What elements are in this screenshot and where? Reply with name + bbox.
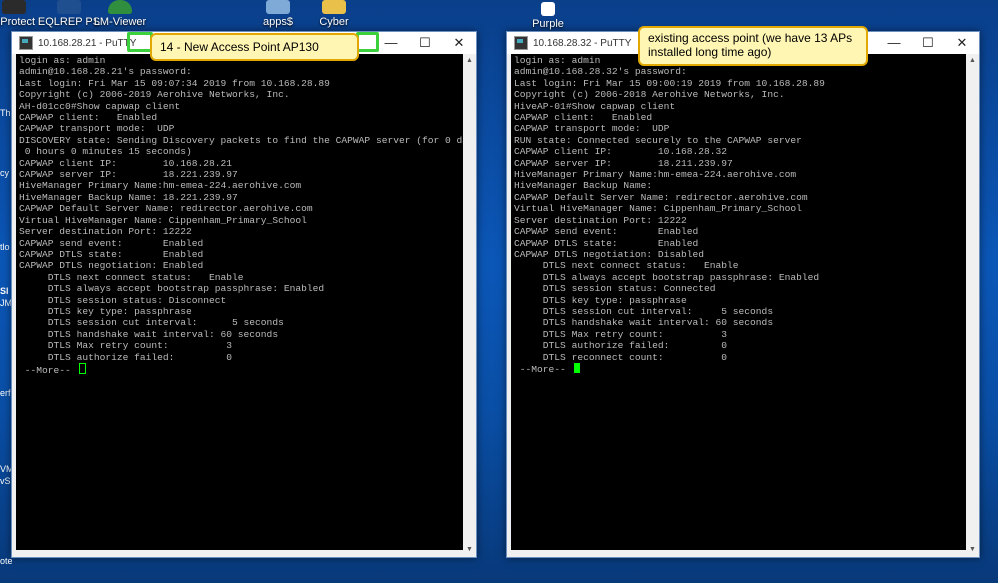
terminal-line: DTLS next connect status: Enable — [19, 271, 244, 283]
scroll-up-arrow-icon[interactable]: ▲ — [463, 54, 476, 67]
terminal-line: HiveAP-01#Show capwap client — [514, 100, 676, 112]
terminal-output[interactable]: login as: admin admin@10.168.28.21's pass… — [16, 54, 467, 550]
terminal-line: DTLS session cut interval: 5 seconds — [19, 317, 284, 329]
scroll-down-arrow-icon[interactable]: ▼ — [463, 543, 476, 556]
terminal-line: DTLS handshake wait interval: 60 seconds — [19, 328, 279, 340]
terminal-line: CAPWAP client: Enabled — [19, 112, 158, 124]
terminal-line: Server destination Port: 12222 — [19, 226, 192, 238]
terminal-line: CAPWAP server IP: 18.211.239.97 — [514, 157, 733, 169]
terminal-line: CAPWAP DTLS negotiation: Enabled — [19, 260, 204, 272]
terminal-line: Virtual HiveManager Name: Cippenham_Prim… — [19, 214, 307, 226]
scroll-down-arrow-icon[interactable]: ▼ — [966, 543, 979, 556]
terminal-line: CAPWAP client IP: 10.168.28.32 — [514, 146, 728, 158]
terminal-line: DTLS Max retry count: 3 — [19, 340, 233, 352]
scroll-track[interactable] — [966, 67, 979, 543]
terminal-line: Last login: Fri Mar 15 09:00:19 2019 fro… — [514, 77, 825, 89]
terminal-line: Virtual HiveManager Name: Cippenham_Prim… — [514, 203, 802, 215]
terminal-line: AH-d01cc0#Show capwap client — [19, 100, 181, 112]
lm-viewer-icon — [108, 0, 132, 14]
terminal-lines: login as: admin admin@10.168.28.21's pass… — [19, 55, 467, 363]
terminal-line: Last login: Fri Mar 15 09:07:34 2019 fro… — [19, 77, 330, 89]
desktop-icon-label: Cyber — [319, 16, 349, 28]
terminal-line: DTLS session status: Disconnect — [19, 294, 227, 306]
terminal-line: DISCOVERY state: Sending Discovery packe… — [19, 134, 467, 146]
terminal-line: CAPWAP DTLS state: Enabled — [19, 248, 204, 260]
terminal-line: CAPWAP client: Enabled — [514, 112, 653, 124]
terminal-line: DTLS session status: Connected — [514, 283, 716, 295]
minimize-button[interactable]: — — [877, 32, 911, 54]
terminal-cursor — [78, 362, 86, 374]
terminal-line: CAPWAP DTLS state: Enabled — [514, 237, 699, 249]
document-icon — [541, 2, 555, 16]
terminal-cursor — [573, 362, 580, 373]
putty-icon — [19, 36, 33, 50]
desktop-icon-purple[interactable]: Purple — [516, 2, 580, 30]
terminal-line: DTLS handshake wait interval: 60 seconds — [514, 317, 774, 329]
terminal-line: HiveManager Primary Name:hm-emea-224.aer… — [19, 180, 302, 192]
terminal-line: DTLS always accept bootstrap passphrase:… — [514, 271, 820, 283]
more-prompt-text: --More-- — [19, 364, 77, 376]
desktop-icon-lm-viewer[interactable]: LM-Viewer — [88, 0, 152, 28]
terminal-line: DTLS always accept bootstrap passphrase:… — [19, 283, 325, 295]
terminal-line: admin@10.168.28.32's password: — [514, 66, 687, 78]
putty-window-left[interactable]: 10.168.28.21 - PuTTY — ☐ ✕ login as: adm… — [11, 31, 477, 558]
scroll-track[interactable] — [463, 67, 476, 543]
terminal-line: HiveManager Primary Name:hm-emea-224.aer… — [514, 169, 797, 181]
terminal-line: 0 hours 0 minutes 15 seconds) — [19, 146, 192, 158]
terminal-line: CAPWAP send event: Enabled — [19, 237, 204, 249]
more-prompt: --More-- — [19, 362, 464, 376]
terminal-line: CAPWAP client IP: 10.168.28.21 — [19, 157, 233, 169]
desktop-icon-apps[interactable]: apps$ — [246, 0, 310, 28]
annotation-note-new-ap: 14 - New Access Point AP130 — [150, 33, 359, 61]
desktop-icon-label: Purple — [532, 18, 564, 30]
terminal-lines: login as: admin admin@10.168.28.32's pass… — [514, 55, 967, 363]
terminal-line: CAPWAP send event: Enabled — [514, 226, 699, 238]
terminal-line: CAPWAP Default Server Name: redirector.a… — [514, 191, 808, 203]
terminal-line: HiveManager Backup Name: — [514, 180, 653, 192]
terminal-line: DTLS authorize failed: 0 — [514, 340, 728, 352]
terminal-line: CAPWAP transport mode: UDP — [19, 123, 175, 135]
close-button[interactable]: ✕ — [945, 32, 979, 54]
more-prompt: --More-- — [514, 362, 967, 375]
vertical-scrollbar[interactable]: ▲ ▼ — [463, 54, 476, 556]
scroll-up-arrow-icon[interactable]: ▲ — [966, 54, 979, 67]
desktop-icon-label: LM-Viewer — [93, 16, 147, 28]
terminal-line: DTLS Max retry count: 3 — [514, 328, 728, 340]
annotation-note-existing-ap: existing access point (we have 13 APs in… — [638, 26, 868, 66]
annotation-highlight-right — [356, 32, 379, 52]
terminal-line: DTLS authorize failed: 0 — [19, 351, 233, 363]
folder-icon — [322, 0, 346, 14]
terminal-line: DTLS next connect status: Enable — [514, 260, 739, 272]
putty-icon — [514, 36, 528, 50]
maximize-button[interactable]: ☐ — [911, 32, 945, 54]
vertical-scrollbar[interactable]: ▲ ▼ — [966, 54, 979, 556]
desktop-icon-cyber[interactable]: Cyber — [302, 0, 366, 28]
network-folder-icon — [266, 0, 290, 14]
terminal-line: Server destination Port: 12222 — [514, 214, 687, 226]
terminal-output[interactable]: login as: admin admin@10.168.28.32's pass… — [511, 54, 970, 550]
terminal-line: Copyright (c) 2006-2019 Aerohive Network… — [19, 89, 290, 101]
desktop-icon-label: apps$ — [263, 16, 293, 28]
terminal-line: CAPWAP transport mode: UDP — [514, 123, 670, 135]
terminal-line: DTLS key type: passphrase — [514, 294, 687, 306]
xprotect-icon — [2, 0, 26, 14]
terminal-line: RUN state: Connected securely to the CAP… — [514, 134, 802, 146]
terminal-line: HiveManager Backup Name: 18.221.239.97 — [19, 191, 238, 203]
terminal-line: CAPWAP Default Server Name: redirector.a… — [19, 203, 313, 215]
minimize-button[interactable]: — — [374, 32, 408, 54]
terminal-line: DTLS reconnect count: 0 — [514, 351, 728, 363]
terminal-line: DTLS key type: passphrase — [19, 305, 192, 317]
eqlrep-icon — [57, 0, 81, 14]
more-prompt-text: --More-- — [514, 363, 572, 375]
maximize-button[interactable]: ☐ — [408, 32, 442, 54]
desktop-icon-label: XProtect — [0, 16, 36, 28]
terminal-line: Copyright (c) 2006-2018 Aerohive Network… — [514, 89, 785, 101]
putty-window-right[interactable]: 10.168.28.32 - PuTTY — ☐ ✕ login as: adm… — [506, 31, 980, 558]
terminal-line: CAPWAP server IP: 18.221.239.97 — [19, 169, 238, 181]
terminal-line: DTLS session cut interval: 5 seconds — [514, 305, 774, 317]
close-button[interactable]: ✕ — [442, 32, 476, 54]
terminal-line: admin@10.168.28.21's password: — [19, 66, 192, 78]
terminal-line: CAPWAP DTLS negotiation: Disabled — [514, 248, 704, 260]
